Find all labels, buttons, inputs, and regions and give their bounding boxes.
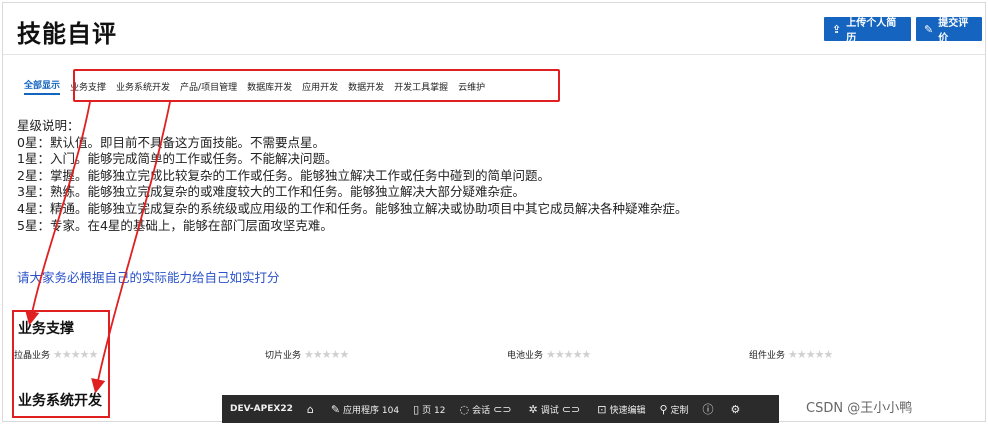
home-button[interactable]: ⌂ [307,403,317,416]
page-icon: ▯ [413,402,420,416]
environment-label: DEV-APEX22 [230,404,293,414]
settings-button[interactable]: ⚙ [731,403,744,416]
page-label: 页 12 [422,405,446,416]
quick-edit-label: 快速编辑 [609,405,646,416]
info-button[interactable]: ⓘ [703,401,717,417]
brush-icon: ⚲ [659,402,668,416]
bug-icon: ✲ [528,402,538,416]
edit-icon: ✎ [330,402,341,416]
gear-icon: ⚙ [730,402,741,416]
quick-edit-icon: ⊡ [597,402,607,416]
customize-button[interactable]: ⚲ 定制 [659,403,688,416]
developer-toolbar: DEV-APEX22 ⌂ ✎ 应用程序 104 ▯ 页 12 ◌ 会话 ⊂⊃ ✲ 调试 ⊂⊃… [222,395,779,423]
info-icon: ⓘ [702,403,714,416]
application-label: 应用程序 104 [343,405,400,416]
application-button[interactable]: ✎ 应用程序 104 [331,403,399,416]
annotation-arrow [25,101,91,326]
annotation-arrow [91,101,171,394]
annotation-arrows [25,101,171,394]
toggle-icon: ⊂⊃ [493,402,512,416]
session-button[interactable]: ◌ 会话 ⊂⊃ [459,403,514,416]
csdn-watermark: CSDN @王小小鸭 [806,401,913,416]
customize-label: 定制 [670,405,689,416]
debug-label: 调试 [540,405,559,416]
debug-button[interactable]: ✲ 调试 ⊂⊃ [529,403,584,416]
chat-icon: ◌ [459,402,470,416]
home-icon: ⌂ [306,402,314,416]
toggle-icon: ⊂⊃ [561,402,581,416]
quick-edit-button[interactable]: ⊡ 快速编辑 [597,403,645,416]
page-button[interactable]: ▯ 页 12 [413,403,445,416]
session-label: 会话 [472,405,491,416]
